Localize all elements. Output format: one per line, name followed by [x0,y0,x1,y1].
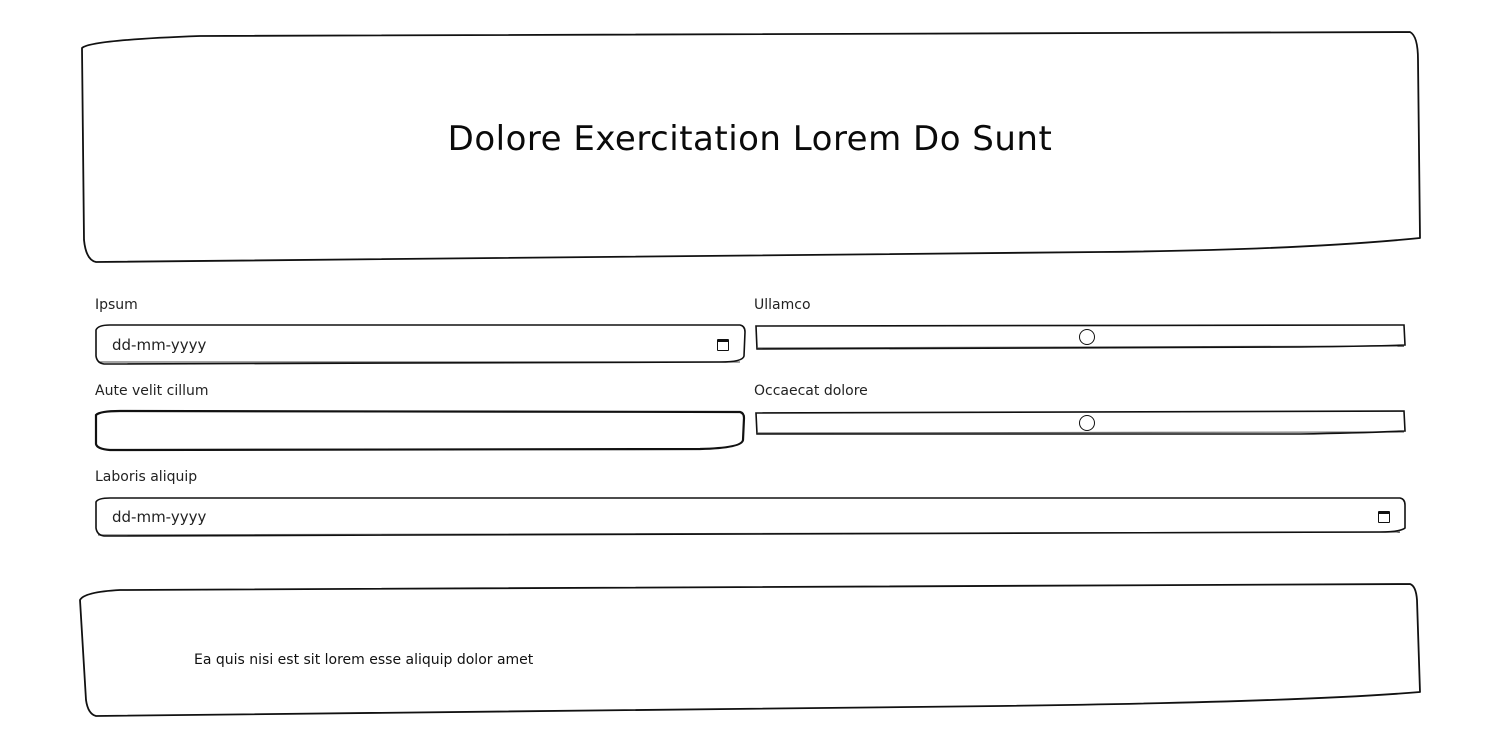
ipsum-placeholder: dd-mm-yyyy [112,336,207,354]
footer-text: Ea quis nisi est sit lorem esse aliquip … [194,652,534,668]
laboris-placeholder: dd-mm-yyyy [112,508,207,526]
ipsum-label: Ipsum [95,297,138,313]
page-footer: Ea quis nisi est sit lorem esse aliquip … [80,584,1420,716]
laboris-date-input[interactable]: dd-mm-yyyy [98,499,1404,535]
occaecat-slider[interactable] [757,412,1405,434]
calendar-icon[interactable] [717,339,729,351]
aute-label: Aute velit cillum [95,383,209,399]
slider-thumb[interactable] [1079,415,1095,431]
page-title: Dolore Exercitation Lorem Do Sunt [447,119,1053,159]
ullamco-label: Ullamco [754,297,811,313]
aute-text-input[interactable] [98,413,743,449]
laboris-label: Laboris aliquip [95,469,198,485]
occaecat-label: Occaecat dolore [754,383,868,399]
calendar-icon[interactable] [1378,511,1390,523]
slider-thumb[interactable] [1079,329,1095,345]
ipsum-date-input[interactable]: dd-mm-yyyy [98,327,743,363]
ullamco-slider[interactable] [757,326,1405,348]
page-header: Dolore Exercitation Lorem Do Sunt [80,32,1420,262]
